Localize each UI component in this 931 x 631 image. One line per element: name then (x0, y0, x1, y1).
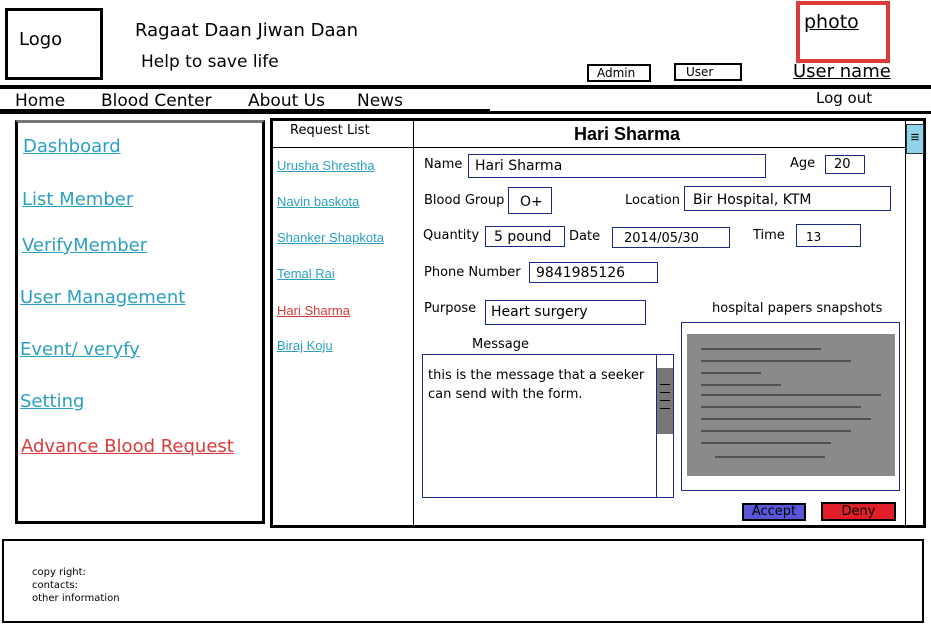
purpose-field[interactable]: Heart surgery (485, 300, 646, 325)
sidebar-item-user-management[interactable]: User Management (20, 287, 185, 308)
name-field[interactable]: Hari Sharma (468, 154, 766, 178)
date-field[interactable]: 2014/05/30 (612, 227, 730, 248)
footer: copy right: contacts: other information (2, 539, 924, 623)
nav-top-border (0, 85, 931, 89)
sidebar-item-list-member[interactable]: List Member (22, 189, 133, 210)
name-label: Name (424, 157, 463, 172)
grip-line (660, 384, 670, 385)
footer-other-info: other information (32, 593, 120, 604)
paper-line (701, 442, 831, 444)
logo-text: Logo (19, 29, 63, 50)
site-tagline: Help to save life (141, 52, 279, 72)
request-list-header: Request List (290, 123, 370, 138)
sidebar-item-setting[interactable]: Setting (20, 391, 84, 412)
nav-home[interactable]: Home (15, 91, 65, 111)
time-field[interactable]: 13 (796, 224, 861, 247)
menu-grip-icon[interactable]: ≡ (906, 124, 924, 154)
papers-label: hospital papers snapshots (712, 301, 883, 316)
detail-title: Hari Sharma (573, 124, 681, 144)
paper-line (701, 394, 881, 396)
logo[interactable]: Logo (5, 8, 103, 80)
admin-button[interactable]: Admin (587, 64, 651, 82)
paper-line (701, 418, 871, 420)
sidebar: Dashboard List Member VerifyMember User … (15, 120, 265, 524)
purpose-label: Purpose (424, 301, 477, 316)
list-divider (413, 121, 414, 527)
sidebar-item-verify-member[interactable]: VerifyMember (22, 235, 147, 256)
paper-line (701, 430, 851, 432)
user-name-link[interactable]: User name (793, 61, 891, 82)
accept-button[interactable]: Accept (742, 503, 806, 521)
request-item[interactable]: Shanker Shapkota (277, 230, 384, 245)
paper-line (701, 360, 851, 362)
blood-group-label: Blood Group (424, 193, 505, 208)
quantity-label: Quantity (423, 228, 480, 243)
request-item-selected[interactable]: Hari Sharma (277, 303, 350, 318)
request-item[interactable]: Biraj Koju (277, 338, 333, 353)
age-label: Age (790, 156, 816, 171)
message-text: this is the message that a seeker can se… (428, 368, 645, 402)
panel-scrollbar[interactable] (905, 121, 924, 526)
grip-line (660, 392, 670, 393)
sidebar-item-event-verify[interactable]: Event/ veryfy (20, 339, 140, 360)
date-label: Date (569, 229, 601, 244)
phone-field[interactable]: 9841985126 (529, 262, 658, 283)
message-scroll-thumb[interactable] (657, 368, 673, 434)
nav-news[interactable]: News (357, 91, 403, 111)
request-item[interactable]: Navin baskota (277, 194, 359, 209)
grip-line (660, 400, 670, 401)
nav-blood-center[interactable]: Blood Center (101, 91, 212, 111)
location-label: Location (625, 193, 680, 208)
nav-about-us[interactable]: About Us (248, 91, 325, 111)
deny-button[interactable]: Deny (821, 502, 896, 521)
location-field[interactable]: Bir Hospital, KTM (684, 186, 891, 211)
request-item[interactable]: Urusha Shrestha (277, 158, 375, 173)
message-label: Message (472, 337, 529, 352)
footer-contacts: contacts: (32, 580, 79, 591)
grip-line (660, 408, 670, 409)
site-title: Ragaat Daan Jiwan Daan (135, 20, 358, 41)
logout-link[interactable]: Log out (816, 89, 872, 107)
paper-line (701, 372, 761, 374)
request-item[interactable]: Temal Rai (277, 266, 335, 281)
user-button[interactable]: User (674, 63, 742, 81)
age-field[interactable]: 20 (825, 155, 865, 174)
paper-line (701, 348, 821, 350)
paper-line (715, 456, 825, 458)
paper-line (701, 406, 861, 408)
photo-link[interactable]: photo (804, 11, 859, 33)
sidebar-item-advance-blood-request[interactable]: Advance Blood Request (21, 436, 234, 457)
footer-copyright: copy right: (32, 567, 86, 578)
request-list-header-divider (272, 147, 414, 148)
phone-label: Phone Number (424, 265, 521, 280)
detail-header-divider (414, 147, 906, 148)
hospital-paper-image[interactable] (687, 334, 895, 476)
paper-line (701, 384, 781, 386)
sidebar-item-dashboard[interactable]: Dashboard (23, 136, 121, 157)
profile-photo[interactable]: photo (796, 1, 890, 63)
time-label: Time (753, 228, 785, 243)
quantity-field[interactable]: 5 pound (485, 226, 565, 247)
blood-group-field[interactable]: O+ (508, 187, 552, 214)
nav-bottom-border (0, 111, 931, 114)
